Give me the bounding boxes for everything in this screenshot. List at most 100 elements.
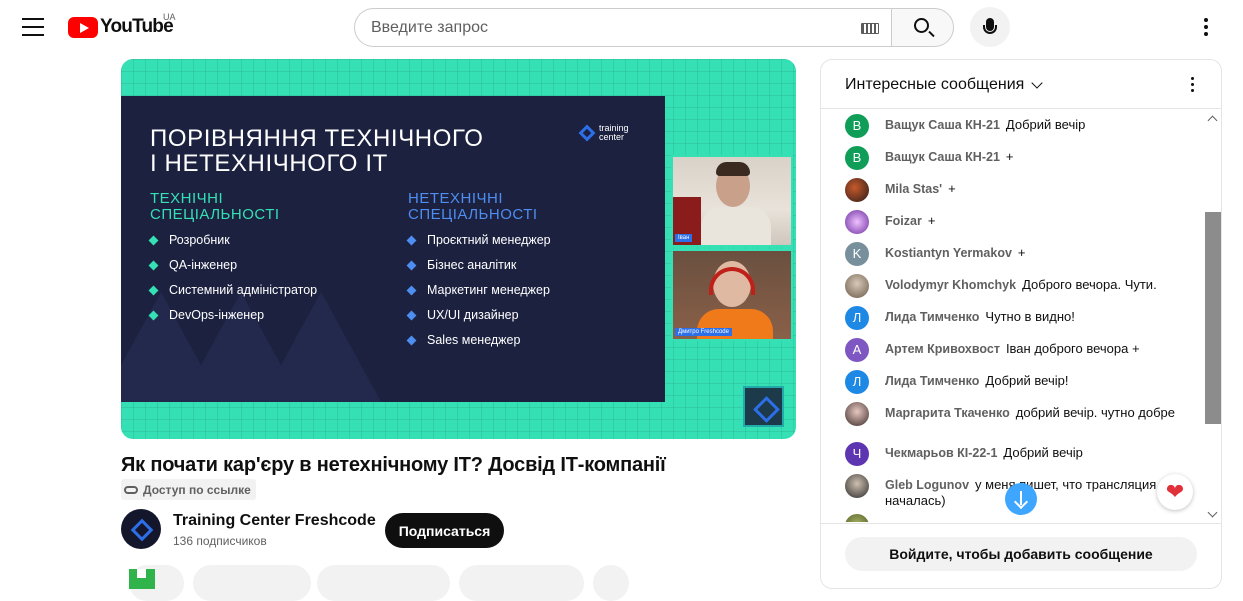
tech-item: DevOps-інженер: [148, 308, 264, 322]
diamond-bullet-icon: [148, 310, 159, 320]
tech-item: Розробник: [148, 233, 230, 247]
voice-search-button[interactable]: [970, 7, 1010, 47]
nontech-item-label: UX/UI дизайнер: [427, 308, 519, 322]
search-input[interactable]: Введите запрос: [354, 8, 891, 47]
message-author[interactable]: Лида Тимченко: [885, 374, 979, 388]
signin-to-chat-button[interactable]: Войдите, чтобы добавить сообщение: [845, 537, 1197, 571]
webcam-name-label: Іван: [675, 234, 693, 242]
link-icon: [124, 485, 138, 494]
scroll-to-bottom-button[interactable]: [1005, 483, 1037, 515]
more-vert-icon[interactable]: [1204, 18, 1208, 38]
more-vert-icon[interactable]: [1191, 77, 1195, 95]
person-body: [701, 207, 771, 245]
message-author[interactable]: Foizar: [885, 214, 922, 228]
video-title: Як почати кар'єру в нетехнічному ІТ? Дос…: [121, 454, 666, 476]
message-author[interactable]: Volodymyr Khomchyk: [885, 278, 1016, 292]
avatar-initial: K: [852, 246, 862, 261]
message-text: добрий вечір. чутно добре: [1015, 405, 1176, 420]
slide-title-line: І НЕТЕХНІЧНОГО ІТ: [150, 150, 388, 177]
message-text: Доброго вечора. Чути.: [1022, 277, 1157, 292]
avatar[interactable]: K: [845, 242, 869, 266]
nontech-item: Бізнес аналітик: [406, 258, 516, 272]
logo-line: center: [599, 132, 625, 142]
download-button[interactable]: [459, 565, 584, 601]
avatar[interactable]: В: [845, 146, 869, 170]
avatar[interactable]: [845, 514, 869, 522]
avatar-initial: А: [852, 342, 862, 357]
nontech-item: Проєктний менеджер: [406, 233, 551, 247]
avatar[interactable]: Л: [845, 370, 869, 394]
avatar[interactable]: [845, 402, 869, 426]
diamond-bullet-icon: [148, 235, 159, 245]
heart-icon: ❤: [1165, 479, 1185, 504]
keyboard-icon[interactable]: [861, 23, 879, 34]
more-actions-button[interactable]: [593, 565, 629, 601]
person-body: [697, 309, 773, 339]
avatar[interactable]: Л: [845, 306, 869, 330]
tech-item: QA-інженер: [148, 258, 237, 272]
chat-header: Интересные сообщения: [821, 60, 1221, 109]
youtube-logo[interactable]: YouTube: [68, 15, 174, 39]
video-player[interactable]: ПОРІВНЯННЯ ТЕХНІЧНОГО І НЕТЕХНІЧНОГО ІТ …: [121, 59, 796, 439]
diamond-bullet-icon: [406, 285, 417, 295]
channel-avatar[interactable]: [121, 509, 161, 549]
tech-item: Системний адміністратор: [148, 283, 318, 297]
avatar[interactable]: А: [845, 338, 869, 362]
message-author[interactable]: Mila Stas': [885, 182, 942, 196]
slide-title-line: ПОРІВНЯННЯ ТЕХНІЧНОГО: [150, 125, 484, 152]
share-button[interactable]: [317, 565, 450, 601]
message-author[interactable]: Gleb Logunov: [885, 478, 969, 492]
freshcode-logo-icon: [578, 124, 596, 142]
message-author[interactable]: Лида Тимченко: [885, 310, 979, 324]
avatar[interactable]: В: [845, 114, 869, 138]
avatar[interactable]: [845, 474, 869, 498]
nontech-heading-line: НЕТЕХНІЧНІ: [408, 190, 504, 207]
search-button[interactable]: [891, 8, 954, 47]
heart-reaction-button[interactable]: ❤: [1157, 474, 1193, 510]
avatar-initial: Ч: [852, 446, 862, 461]
slide-title: ПОРІВНЯННЯ ТЕХНІЧНОГО І НЕТЕХНІЧНОГО ІТ: [150, 126, 484, 176]
nontech-heading: НЕТЕХНІЧНІ СПЕЦІАЛЬНОСТІ: [408, 191, 538, 223]
message-text: +: [927, 213, 936, 228]
message-author[interactable]: Ващук Саша КН-21: [885, 150, 1000, 164]
webcam-feed: Іван: [671, 155, 793, 247]
channel-name[interactable]: Training Center Freshcode: [173, 512, 376, 530]
avatar[interactable]: [845, 178, 869, 202]
tech-item-label: Розробник: [169, 233, 230, 247]
message-text: +: [1005, 149, 1014, 164]
masthead: YouTube UA Введите запрос: [0, 0, 1243, 56]
chat-mode-dropdown[interactable]: Интересные сообщения: [845, 76, 1043, 94]
avatar[interactable]: [845, 210, 869, 234]
diamond-bullet-icon: [406, 235, 417, 245]
message-text: Добрий вечір: [1003, 445, 1083, 460]
message-author[interactable]: Kostiantyn Yermakov: [885, 246, 1012, 260]
chat-scrollbar-thumb[interactable]: [1205, 212, 1221, 424]
message-author[interactable]: Артем Кривохвост: [885, 342, 1000, 356]
tech-heading-line: ТЕХНІЧНІ: [150, 190, 224, 207]
nontech-item: UX/UI дизайнер: [406, 308, 519, 322]
avatar[interactable]: Ч: [845, 442, 869, 466]
message-author[interactable]: Чекмарьов КІ-22-1: [885, 446, 997, 460]
subscribe-button[interactable]: Подписаться: [385, 513, 504, 548]
message-author[interactable]: Ващук Саша КН-21: [885, 118, 1000, 132]
diamond-bullet-icon: [406, 310, 417, 320]
like-dislike-button[interactable]: [193, 565, 311, 601]
diamond-bullet-icon: [148, 285, 159, 295]
nontech-heading-line: СПЕЦІАЛЬНОСТІ: [408, 206, 538, 223]
message-author[interactable]: Маргарита Ткаченко: [885, 406, 1010, 420]
unlisted-badge-label: Доступ по ссылке: [143, 482, 251, 497]
channel-watermark-icon[interactable]: [743, 386, 784, 427]
avatar[interactable]: [845, 274, 869, 298]
slide-decoration: [261, 292, 381, 402]
diamond-bullet-icon: [406, 260, 417, 270]
person-hair: [716, 162, 750, 176]
chevron-down-icon: [1031, 77, 1043, 89]
logo-text: YouTube: [100, 16, 174, 37]
webcam-feed: Дмитро Freshcode: [671, 249, 793, 341]
nontech-item: Sales менеджер: [406, 333, 520, 347]
tech-item-label: Системний адміністратор: [169, 283, 318, 297]
avatar-initial: В: [852, 150, 862, 165]
menu-icon[interactable]: [22, 18, 44, 36]
chat-footer: Войдите, чтобы добавить сообщение: [821, 523, 1221, 588]
chat-title: Интересные сообщения: [845, 76, 1025, 93]
